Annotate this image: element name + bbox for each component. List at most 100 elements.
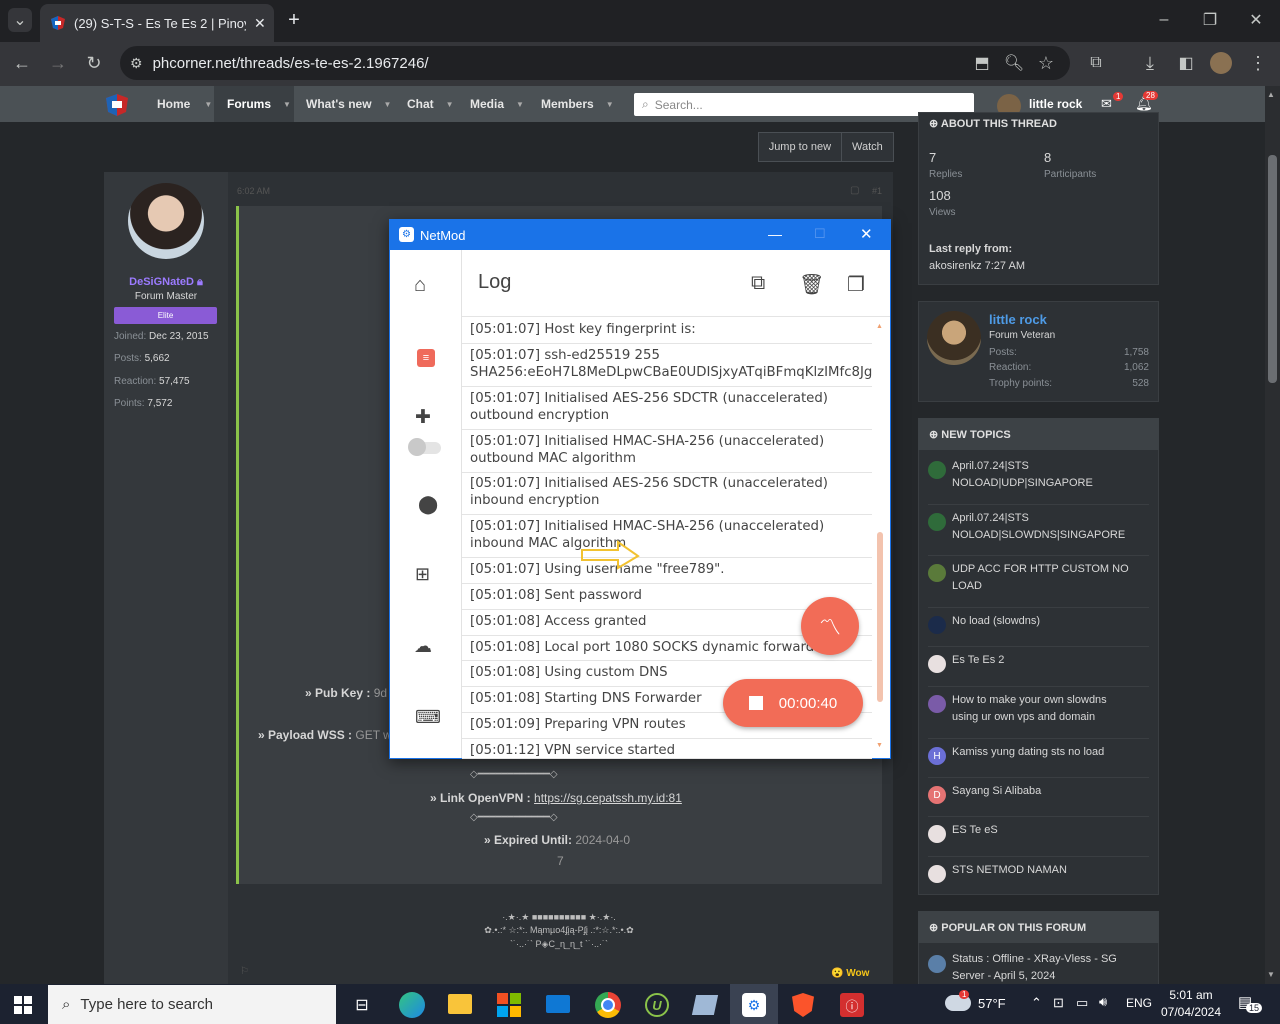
- last-reply-value[interactable]: akosirenkz 7:27 AM: [929, 260, 1025, 272]
- nav-media[interactable]: Media ▼: [470, 86, 524, 122]
- side-panel-icon[interactable]: ◧: [1174, 51, 1198, 75]
- notes-icon[interactable]: [691, 995, 719, 1015]
- copy-icon[interactable]: ⧉: [751, 272, 765, 295]
- battery-icon[interactable]: ▭: [1076, 995, 1088, 1011]
- windows-start-icon[interactable]: [14, 996, 32, 1014]
- popular-item-line1[interactable]: Status : Offline - XRay-Vless - SG: [952, 953, 1117, 965]
- nav-members[interactable]: Members ▼: [541, 86, 614, 122]
- window-icon[interactable]: ❐: [847, 272, 865, 297]
- taskbar-search[interactable]: ⌕ Type here to search: [48, 985, 336, 1024]
- popular-item-line2[interactable]: Server - April 5, 2024: [952, 970, 1055, 982]
- nav-chat[interactable]: Chat ▼: [407, 86, 454, 122]
- netmod-maximize-icon[interactable]: ☐: [814, 226, 826, 242]
- utorrent-icon[interactable]: U: [645, 993, 669, 1017]
- member-name[interactable]: little rock: [989, 312, 1047, 327]
- poster-badge: Elite: [114, 307, 217, 324]
- language-indicator[interactable]: ENG: [1126, 996, 1152, 1010]
- plugin-icon[interactable]: ✚: [415, 406, 431, 429]
- replies-count: 7: [929, 150, 937, 165]
- search-icon: ⌕: [62, 996, 71, 1013]
- volume-icon[interactable]: 🔊︎: [1099, 994, 1107, 1010]
- signature-line-3: `˙·..·˙` P◈C_ɳ_ɳ_t `˙·..·˙`: [510, 939, 608, 949]
- menu-icon[interactable]: ⋮: [1246, 51, 1270, 75]
- topic-title-line2: NOLOAD|UDP|SINGAPORE: [952, 477, 1093, 489]
- watch-button[interactable]: Watch: [842, 133, 893, 161]
- graph-fab[interactable]: 〽: [801, 597, 859, 655]
- member-posts-label: Posts:: [989, 347, 1017, 358]
- new-tab-button[interactable]: +: [282, 8, 306, 32]
- log-scroll-up[interactable]: ▲: [876, 323, 883, 330]
- zoom-icon[interactable]: 🔍︎: [1002, 51, 1026, 75]
- openvpn-line: » Link OpenVPN : https://sg.cepatssh.my.…: [430, 791, 682, 805]
- forward-icon[interactable]: →: [46, 51, 70, 75]
- clear-log-icon[interactable]: 🗑︎: [799, 272, 824, 297]
- browser-tab[interactable]: (29) S-T-S - Es Te Es 2 | Pinoy Int ✕: [40, 4, 274, 42]
- poster-name[interactable]: DeSiGNateD 🔒︎: [104, 276, 228, 289]
- log-scrollbar-thumb[interactable]: [877, 532, 883, 702]
- tray-chevron-icon[interactable]: ⌃: [1031, 995, 1042, 1011]
- site-logo[interactable]: [104, 92, 130, 118]
- poster-avatar[interactable]: [128, 183, 204, 259]
- ip-icon[interactable]: ⊞: [415, 564, 430, 585]
- report-icon[interactable]: ⚐: [240, 966, 249, 977]
- clock-date[interactable]: 07/04/2024: [1160, 1005, 1222, 1019]
- inbox-icon[interactable]: ✉: [1101, 96, 1112, 112]
- page-scrollbar-thumb[interactable]: [1268, 155, 1277, 383]
- weather-temp[interactable]: 57°F: [978, 996, 1006, 1011]
- popular-header: ⊕ POPULAR ON THIS FORUM: [929, 922, 1087, 934]
- minimize-window-icon[interactable]: –: [1152, 8, 1176, 32]
- log-scroll-down[interactable]: ▼: [876, 742, 883, 749]
- reload-icon[interactable]: ↻: [82, 51, 106, 75]
- bookmark-star-icon[interactable]: ☆: [1034, 51, 1058, 75]
- close-window-icon[interactable]: ✕: [1244, 8, 1268, 32]
- netmod-titlebar: ⚙ NetMod — ☐ ✕: [390, 220, 890, 250]
- topic-avatar: [928, 461, 946, 479]
- home-icon[interactable]: ⌂: [414, 274, 426, 297]
- log-icon[interactable]: ≡: [417, 349, 435, 367]
- back-icon[interactable]: ←: [10, 51, 34, 75]
- tab-close-icon[interactable]: ✕: [254, 15, 266, 32]
- netmod-close-icon[interactable]: ✕: [860, 225, 873, 243]
- edge-icon[interactable]: [399, 992, 425, 1018]
- post-time: 6:02 AM: [237, 186, 271, 196]
- task-view-icon[interactable]: ⊟: [350, 993, 374, 1017]
- download-icon[interactable]: ⤓: [1138, 51, 1162, 75]
- topic-divider: [928, 555, 1149, 556]
- member-trophy: 528: [1132, 378, 1149, 389]
- netmod-taskbar-icon[interactable]: ⚙: [742, 993, 766, 1017]
- stop-timer-button[interactable]: 00:00:40: [723, 679, 863, 727]
- jump-to-new-button[interactable]: Jump to new: [759, 133, 842, 161]
- location-icon[interactable]: ⬤: [418, 494, 438, 515]
- member-avatar[interactable]: [927, 311, 981, 365]
- extensions-icon[interactable]: ⧉: [1084, 51, 1108, 75]
- topic-title: How to make your own slowdns: [952, 694, 1107, 706]
- profile-avatar[interactable]: [1210, 52, 1232, 74]
- reaction-wow[interactable]: 😮 Wow: [831, 968, 869, 979]
- nav-home[interactable]: Home ▼: [157, 86, 212, 122]
- netmod-minimize-icon[interactable]: —: [768, 226, 782, 242]
- poster-joined: Joined: Dec 23, 2015: [114, 331, 209, 342]
- terminal-icon[interactable]: ⌨: [415, 707, 441, 728]
- scroll-up-arrow[interactable]: ▲: [1267, 90, 1275, 99]
- nav-whats-new[interactable]: What's new ▼: [306, 86, 391, 122]
- nav-username[interactable]: little rock: [1029, 97, 1082, 111]
- cloud-check-icon[interactable]: ☁: [414, 636, 432, 657]
- clock-time[interactable]: 5:01 am: [1160, 988, 1222, 1002]
- mail-icon[interactable]: [546, 995, 570, 1013]
- network-icon[interactable]: ⊡: [1053, 995, 1064, 1011]
- scroll-down-arrow[interactable]: ▼: [1267, 970, 1275, 979]
- tab-search-icon[interactable]: ⌄: [8, 8, 32, 32]
- nav-forums[interactable]: Forums ▼: [227, 86, 291, 122]
- store-icon[interactable]: [497, 993, 521, 1017]
- install-app-icon[interactable]: ⬒: [970, 51, 994, 75]
- openvpn-link[interactable]: https://sg.cepatssh.my.id:81: [534, 791, 682, 805]
- post-number[interactable]: #1: [872, 186, 882, 196]
- topic-avatar: [928, 695, 946, 713]
- share-icon[interactable]: ▢: [850, 185, 859, 196]
- site-info-icon[interactable]: ⚙: [130, 55, 143, 72]
- address-bar[interactable]: ⚙ phcorner.net/threads/es-te-es-2.196724…: [120, 46, 1070, 80]
- app-red-icon[interactable]: ⓘ: [840, 993, 864, 1017]
- file-explorer-icon[interactable]: [448, 994, 472, 1014]
- restore-window-icon[interactable]: ❐: [1198, 8, 1222, 32]
- annotation-arrow: [581, 540, 640, 570]
